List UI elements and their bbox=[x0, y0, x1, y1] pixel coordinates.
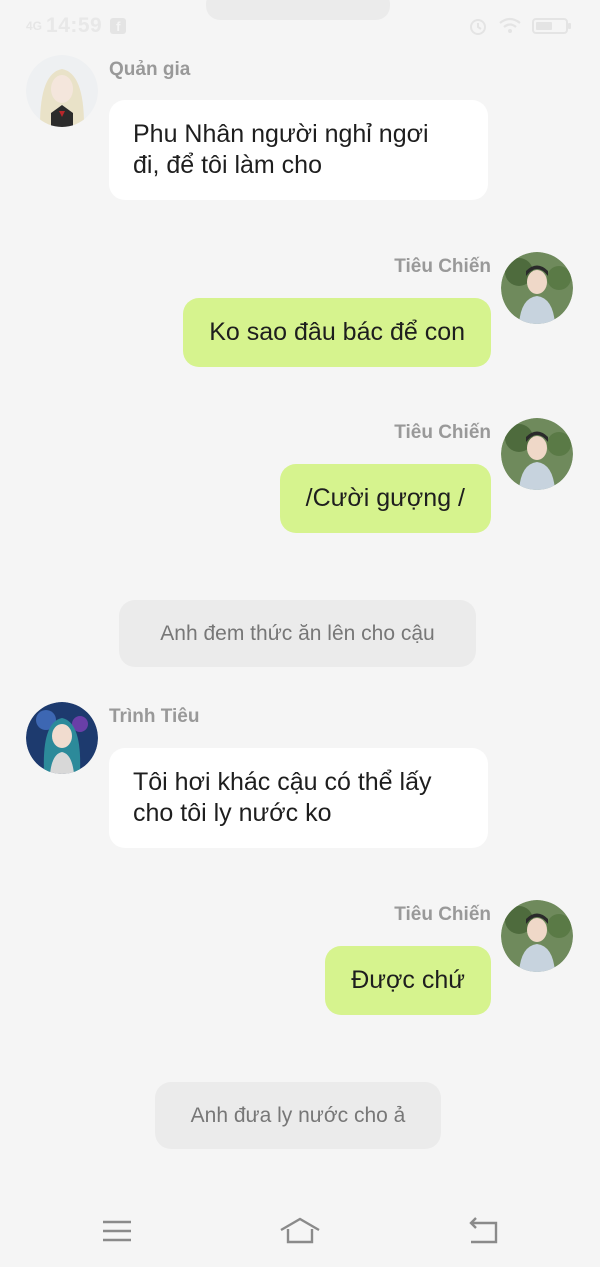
avatar-tieu-chien[interactable] bbox=[501, 252, 573, 324]
status-time: 14:59 bbox=[46, 14, 103, 37]
back-icon[interactable] bbox=[463, 1215, 503, 1247]
message-bubble-outgoing: /Cười gượng / bbox=[279, 464, 491, 533]
message-bubble-incoming: Tôi hơi khác cậu có thể lấy cho tôi ly n… bbox=[109, 748, 488, 848]
status-left: 4G 14:59 f bbox=[26, 14, 127, 38]
narration-bubble: Anh đưa ly nước cho ả bbox=[155, 1082, 441, 1149]
menu-icon[interactable] bbox=[97, 1215, 137, 1247]
message-bubble-outgoing: Được chứ bbox=[325, 946, 491, 1015]
navigation-bar bbox=[0, 1195, 600, 1267]
avatar-trinh-tieu[interactable] bbox=[26, 702, 98, 774]
speaker-name: Tiêu Chiến bbox=[394, 422, 491, 443]
message-line: đi, để tôi làm cho bbox=[133, 151, 322, 179]
avatar-tieu-chien[interactable] bbox=[501, 900, 573, 972]
speaker-name: Tiêu Chiến bbox=[394, 256, 491, 277]
avatar-tieu-chien[interactable] bbox=[501, 418, 573, 490]
facebook-notification-icon: f bbox=[110, 18, 127, 34]
speaker-name: Trình Tiêu bbox=[109, 706, 200, 727]
home-icon[interactable] bbox=[280, 1215, 320, 1247]
avatar-quan-gia[interactable] bbox=[26, 55, 98, 127]
message-bubble-incoming: Phu Nhân người nghỉ ngơi đi, để tôi làm … bbox=[109, 100, 488, 200]
network-signal: 4G bbox=[26, 19, 43, 33]
narration-bubble: Anh đem thức ăn lên cho cậu bbox=[119, 600, 476, 667]
chat-screen: 4G 14:59 f Quản gia Phu Nhân người nghỉ … bbox=[0, 0, 600, 1267]
alarm-icon bbox=[470, 19, 486, 35]
speaker-name: Quản gia bbox=[109, 59, 191, 80]
message-line: Tôi hơi khác cậu có thể lấy bbox=[133, 768, 432, 796]
wifi-icon bbox=[499, 17, 521, 33]
status-bar: 4G 14:59 f bbox=[0, 0, 600, 54]
message-line: cho tôi ly nước ko bbox=[133, 799, 332, 827]
status-right bbox=[468, 16, 572, 36]
message-line: Phu Nhân người nghỉ ngơi bbox=[133, 120, 429, 148]
battery-icon bbox=[532, 18, 571, 34]
message-bubble-outgoing: Ko sao đâu bác để con bbox=[183, 298, 491, 367]
speaker-name: Tiêu Chiến bbox=[394, 904, 491, 925]
